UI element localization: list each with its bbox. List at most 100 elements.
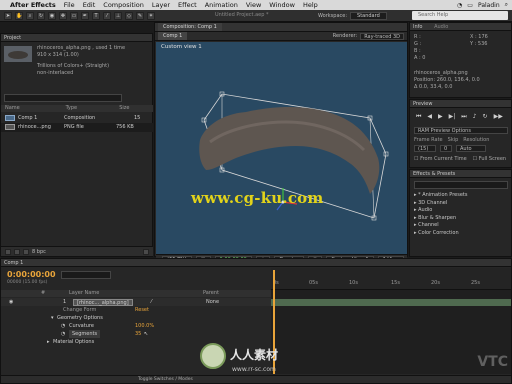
curvature-value[interactable]: 100.0% <box>135 322 154 330</box>
new-composition-icon[interactable] <box>23 248 29 255</box>
spotlight-icon[interactable]: ⌕ <box>505 1 508 9</box>
stopwatch-icon[interactable]: ◔ <box>61 322 65 330</box>
bpc-label[interactable]: 8 bpc <box>32 249 46 255</box>
wifi-icon[interactable]: ◔ <box>457 2 462 9</box>
twirl-down-icon[interactable]: ▾ <box>51 314 54 322</box>
property-row[interactable]: ▾ Geometry Options <box>1 314 271 322</box>
composition-tab[interactable]: Composition: Comp 1 <box>158 23 222 31</box>
effects-item[interactable]: ▸ Channel <box>414 222 467 230</box>
frame-rate-dropdown[interactable]: (15) <box>414 145 436 152</box>
ram-preview-icon[interactable]: ▶▶ <box>494 113 503 121</box>
effects-item[interactable]: ▸ Audio <box>414 207 467 215</box>
full-screen-checkbox[interactable]: ☐ Full Screen <box>473 156 506 162</box>
col-type[interactable]: Type <box>66 105 118 112</box>
rotate-tool-icon[interactable]: ↻ <box>37 11 45 20</box>
property-row[interactable]: Change Form Reset <box>1 306 271 314</box>
effects-tab[interactable]: Effects & Presets <box>410 170 511 178</box>
composition-viewer[interactable]: Custom view 1 www.cg-ku.com (66.7%) <box>156 42 407 264</box>
project-row[interactable]: Comp 1 Composition 15 <box>1 114 153 123</box>
play-icon[interactable]: ▶ <box>438 113 443 121</box>
visibility-icon[interactable]: ◉ <box>9 298 13 306</box>
effects-search-input[interactable] <box>414 181 508 189</box>
puppet-tool-icon[interactable]: ✶ <box>147 11 155 20</box>
time-ruler[interactable]: 0s 05s 10s 15s 20s 25s <box>271 268 511 290</box>
battery-icon[interactable]: ▭ <box>467 2 473 9</box>
mask-tool-icon[interactable]: ▭ <box>70 11 78 20</box>
stopwatch-icon[interactable]: ◔ <box>61 330 65 338</box>
effects-item[interactable]: ▸ * Animation Presets <box>414 192 467 200</box>
text-tool-icon[interactable]: T <box>92 11 100 20</box>
segments-value[interactable]: 35 <box>135 330 141 338</box>
loop-icon[interactable]: ↻ <box>483 113 488 121</box>
property-row[interactable]: ▸ Material Options <box>1 338 271 346</box>
stamp-tool-icon[interactable]: ⊥ <box>114 11 122 20</box>
col-index[interactable]: # <box>1 290 59 297</box>
property-row[interactable]: ◔ Curvature 100.0% <box>1 322 271 330</box>
hand-tool-icon[interactable]: ✋ <box>15 11 23 20</box>
project-row[interactable]: rhinoce...png PNG file 756 KB <box>1 123 153 132</box>
workspace-dropdown[interactable]: Standard <box>350 12 387 20</box>
menu-effect[interactable]: Effect <box>178 1 197 9</box>
next-frame-icon[interactable]: ▶| <box>449 113 456 121</box>
pan-behind-tool-icon[interactable]: ✥ <box>59 11 67 20</box>
skip-field[interactable]: 0 <box>440 145 452 152</box>
preview-tab[interactable]: Preview <box>410 100 511 108</box>
selection-tool-icon[interactable]: ➤ <box>4 11 12 20</box>
prev-frame-icon[interactable]: ◀ <box>427 113 432 121</box>
layer-row[interactable]: ◉ 1 [rhinoc..._alpha.png] ⁄ None <box>1 298 271 306</box>
zoom-tool-icon[interactable]: ⌕ <box>26 11 34 20</box>
timeline-tab[interactable]: Comp 1 <box>1 259 511 267</box>
timeline-search-input[interactable] <box>61 271 111 279</box>
interpret-footage-icon[interactable] <box>5 248 11 255</box>
effects-item[interactable]: ▸ Color Correction <box>414 230 467 238</box>
toggle-switches-modes-button[interactable]: Toggle Switches / Modes <box>138 377 193 382</box>
menu-animation[interactable]: Animation <box>205 1 238 9</box>
menu-composition[interactable]: Composition <box>103 1 144 9</box>
timeline-timecode[interactable]: 0:00:00:00 <box>7 270 56 279</box>
project-search-input[interactable] <box>4 94 122 102</box>
new-folder-icon[interactable] <box>14 248 20 255</box>
menu-file[interactable]: File <box>64 1 75 9</box>
first-frame-icon[interactable]: ⏮ <box>416 113 421 121</box>
resolution-dropdown[interactable]: Auto <box>456 145 486 152</box>
layer-name[interactable]: [rhinoc..._alpha.png] <box>73 298 133 306</box>
col-size[interactable]: Size <box>119 105 129 111</box>
info-tab[interactable]: Info <box>413 24 422 30</box>
app-menu[interactable]: After Effects <box>10 1 56 9</box>
layer-track-area[interactable]: IIIII <box>271 290 511 374</box>
parent-dropdown[interactable]: None <box>206 298 219 306</box>
col-name[interactable]: Name <box>5 105 64 112</box>
user-name[interactable]: Paladin <box>478 2 500 9</box>
pen-tool-icon[interactable]: ✒ <box>81 11 89 20</box>
menu-window[interactable]: Window <box>269 1 295 9</box>
help-search-input[interactable]: Search Help <box>412 11 508 20</box>
last-frame-icon[interactable]: ⏭ <box>461 113 466 121</box>
twirl-right-icon[interactable]: ▸ <box>47 338 50 346</box>
trash-icon[interactable] <box>143 248 149 255</box>
roto-tool-icon[interactable]: ✎ <box>136 11 144 20</box>
eraser-tool-icon[interactable]: ◇ <box>125 11 133 20</box>
property-row[interactable]: ◔ Segments 35 ↖ <box>1 330 271 338</box>
menu-help[interactable]: Help <box>303 1 318 9</box>
from-current-checkbox[interactable]: ☐ From Current Time <box>414 156 467 162</box>
menu-view[interactable]: View <box>246 1 261 9</box>
menu-edit[interactable]: Edit <box>83 1 96 9</box>
effects-item[interactable]: ▸ 3D Channel <box>414 200 467 208</box>
layer-column-headers: # Layer Name Parent <box>1 290 271 297</box>
comp-1-tab[interactable]: Comp 1 <box>158 32 188 40</box>
col-parent[interactable]: Parent <box>203 290 219 297</box>
layer-switches-icon[interactable]: ⁄ <box>151 298 152 306</box>
item-name: rhinoceros_alpha.png <box>37 45 91 51</box>
col-layer-name[interactable]: Layer Name <box>59 290 203 297</box>
layer-duration-bar[interactable] <box>271 299 511 306</box>
ram-preview-options-dropdown[interactable]: RAM Preview Options <box>414 127 508 134</box>
camera-tool-icon[interactable]: ◉ <box>48 11 56 20</box>
renderer-dropdown[interactable]: Ray-traced 3D <box>360 32 404 40</box>
menu-layer[interactable]: Layer <box>152 1 170 9</box>
audio-icon[interactable]: ♪ <box>473 113 477 121</box>
effects-item[interactable]: ▸ Blur & Sharpen <box>414 215 467 223</box>
brush-tool-icon[interactable]: ⁄ <box>103 11 111 20</box>
project-tab[interactable]: Project <box>1 34 152 42</box>
audio-tab[interactable]: Audio <box>434 24 448 30</box>
reset-link[interactable]: Reset <box>135 306 149 314</box>
